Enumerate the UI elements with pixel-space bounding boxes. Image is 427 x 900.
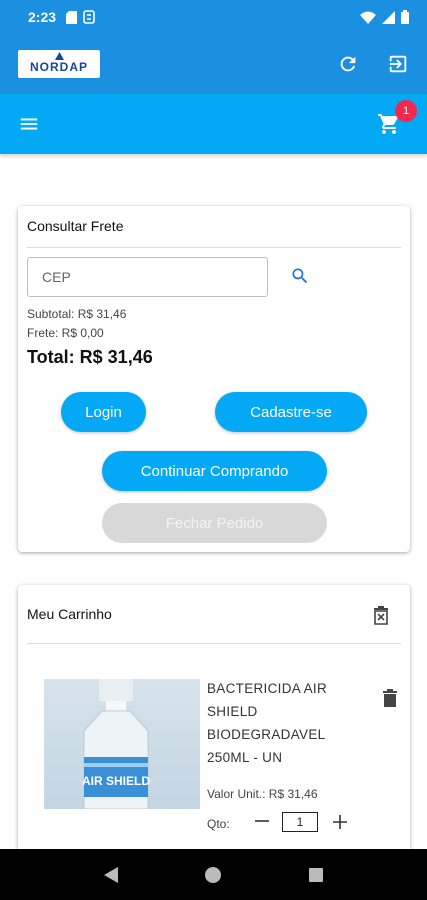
increase-quantity-icon[interactable] — [332, 814, 348, 830]
cart-button[interactable]: 1 — [375, 100, 417, 138]
recents-icon[interactable] — [308, 867, 324, 883]
product-name: BACTERICIDA AIR SHIELD BIODEGRADAVEL 250… — [207, 681, 328, 765]
signal-icon — [382, 10, 395, 24]
cart-title: Meu Carrinho — [27, 606, 112, 622]
logout-icon[interactable] — [387, 53, 409, 75]
spray-bottle-icon: AIR SHIELD — [82, 679, 150, 809]
product-image: AIR SHIELD — [44, 679, 200, 809]
close-order-button[interactable]: Fechar Pedido — [102, 503, 327, 543]
cep-field[interactable] — [27, 257, 268, 297]
status-time: 2:23 — [28, 9, 57, 25]
freight-divider — [27, 247, 401, 248]
subtotal-text: Subtotal: R$ 31,46 — [27, 307, 127, 321]
wifi-icon — [360, 11, 376, 24]
continue-shopping-button[interactable]: Continuar Comprando — [102, 451, 327, 491]
login-button[interactable]: Login — [61, 392, 146, 432]
sync-icon — [83, 10, 95, 24]
quantity-label: Qto: — [207, 817, 230, 831]
delete-item-icon[interactable] — [383, 689, 397, 707]
decrease-quantity-icon[interactable] — [254, 813, 270, 829]
refresh-icon[interactable] — [337, 53, 359, 75]
navigation-bar: 1 — [0, 94, 427, 154]
clear-cart-icon[interactable] — [373, 605, 389, 625]
battery-icon — [401, 10, 409, 24]
search-icon[interactable] — [290, 266, 310, 286]
cep-input[interactable] — [42, 269, 253, 285]
app-bar: NORDAP — [0, 34, 427, 94]
cart-card: Meu Carrinho AIR SHIELD BACTERICIDA AIR … — [18, 585, 410, 855]
cart-count-badge: 1 — [395, 100, 417, 122]
back-icon[interactable] — [103, 866, 119, 884]
status-bar: 2:23 — [0, 0, 427, 34]
logo-text: NORDAP — [29, 60, 88, 74]
unit-price: Valor Unit.: R$ 31,46 — [207, 787, 318, 801]
system-navigation-bar — [0, 849, 427, 900]
cart-divider — [27, 643, 401, 644]
total-text: Total: R$ 31,46 — [27, 347, 153, 367]
home-icon[interactable] — [204, 866, 222, 884]
menu-icon[interactable] — [18, 113, 40, 135]
sd-card-icon — [66, 10, 78, 24]
freight-card: Consultar Frete Subtotal: R$ 31,46 Frete… — [18, 206, 410, 552]
nordap-logo[interactable]: NORDAP — [18, 50, 100, 78]
freight-title: Consultar Frete — [27, 218, 124, 234]
logo-mark-icon — [55, 52, 64, 60]
freight-cost-text: Frete: R$ 0,00 — [27, 326, 104, 340]
quantity-field[interactable]: 1 — [282, 812, 318, 832]
product-image-label: AIR SHIELD — [82, 774, 150, 788]
signup-button[interactable]: Cadastre-se — [215, 392, 367, 432]
